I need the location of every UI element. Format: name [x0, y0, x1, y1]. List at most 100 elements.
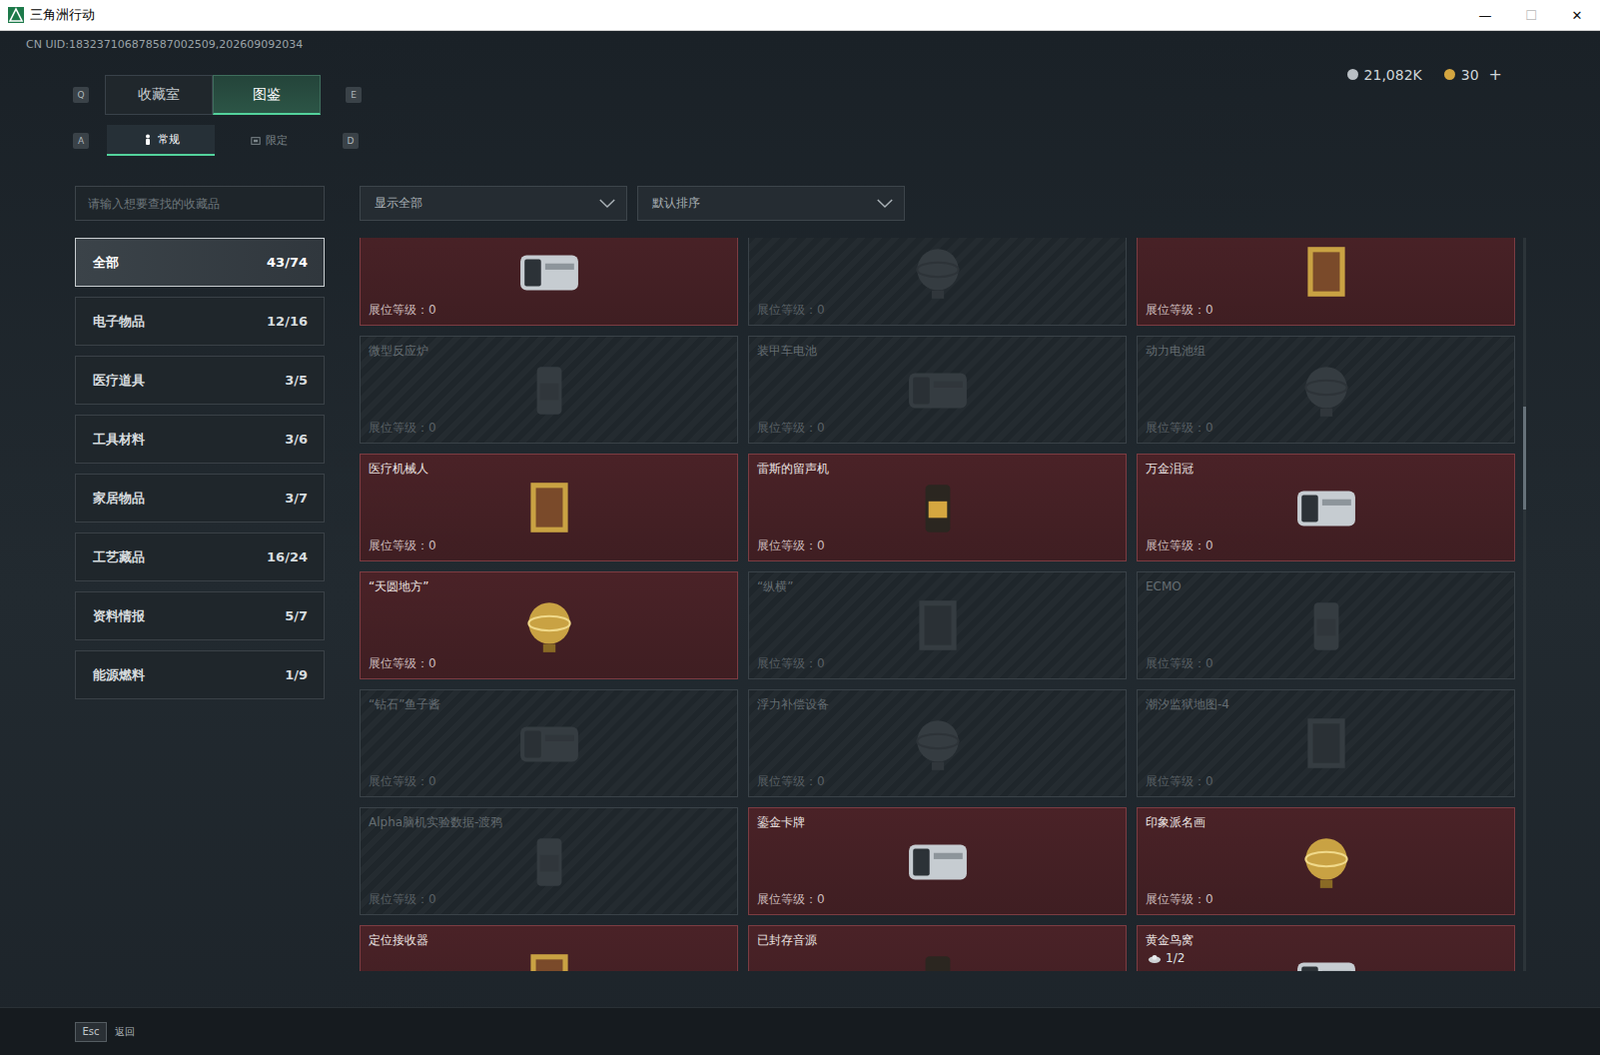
- item-icon: [507, 358, 592, 421]
- collection-grid: 展位等级：0 展位等级：0 展位等级：0微型反应炉 展位等级：0装甲车电池 展位…: [359, 237, 1516, 971]
- filter-dropdown[interactable]: 显示全部: [359, 185, 628, 221]
- card-name: “钻石”鱼子酱: [368, 696, 730, 714]
- currency-amount: 30: [1461, 66, 1480, 83]
- sub-tab[interactable]: 常规: [106, 124, 215, 156]
- sub-tabs-row: A 常规 限定 D: [0, 124, 1600, 156]
- currency-bar: 21,082K 30 +: [1347, 64, 1503, 84]
- collection-card[interactable]: 雷斯的留声机 展位等级：0: [748, 453, 1127, 562]
- next-tab-key[interactable]: E: [345, 86, 362, 103]
- category-count: 3/5: [284, 372, 308, 388]
- scrollbar-thumb[interactable]: [1523, 406, 1527, 510]
- collection-card[interactable]: “钻石”鱼子酱 展位等级：0: [359, 689, 739, 798]
- category-item[interactable]: 工艺藏品 16/24: [74, 532, 325, 582]
- collection-card[interactable]: 定位接收器: [359, 924, 739, 971]
- category-count: 43/74: [266, 254, 308, 270]
- back-label[interactable]: 返回: [114, 1024, 135, 1039]
- item-icon: [895, 947, 980, 971]
- collection-card[interactable]: 展位等级：0: [1136, 237, 1516, 326]
- currency-amount: 21,082K: [1364, 66, 1423, 83]
- window-control-button[interactable]: ☐: [1508, 0, 1555, 30]
- scrollbar[interactable]: [1523, 237, 1527, 971]
- card-level: 展位等级：0: [1145, 890, 1507, 908]
- frame-icon: [250, 134, 261, 147]
- collection-card[interactable]: 潮汐监狱地图-4 展位等级：0: [1136, 689, 1516, 798]
- sub-tab[interactable]: 限定: [214, 124, 323, 156]
- item-icon: [895, 712, 980, 775]
- card-name: 已封存音源: [757, 931, 1118, 949]
- collection-card[interactable]: 展位等级：0: [748, 237, 1127, 326]
- category-count: 5/7: [284, 608, 308, 624]
- main-tab[interactable]: 图鉴: [212, 74, 321, 115]
- window-control-button[interactable]: —: [1462, 0, 1509, 30]
- card-name: [368, 237, 730, 242]
- category-item[interactable]: 能源燃料 1/9: [74, 650, 325, 700]
- collection-card[interactable]: 已封存音源: [748, 924, 1127, 971]
- category-item[interactable]: 全部 43/74: [74, 237, 325, 287]
- category-label: 家居物品: [92, 489, 145, 508]
- collection-card[interactable]: 展位等级：0: [359, 237, 739, 326]
- collection-card[interactable]: 微型反应炉 展位等级：0: [359, 335, 739, 444]
- collection-card[interactable]: Alpha脑机实验数据-渡鸦 展位等级：0: [359, 806, 739, 915]
- item-icon: [895, 240, 980, 303]
- footer-bar: Esc 返回: [0, 1006, 1600, 1055]
- count-badge: 1/2: [1147, 950, 1185, 965]
- card-level: 展位等级：0: [757, 537, 1118, 555]
- category-item[interactable]: 工具材料 3/6: [74, 414, 325, 464]
- collection-card[interactable]: 装甲车电池 展位等级：0: [748, 335, 1127, 444]
- item-icon: [895, 829, 980, 892]
- item-icon: [1284, 947, 1369, 971]
- card-name: 定位接收器: [368, 931, 730, 949]
- collection-card[interactable]: “天圆地方” 展位等级：0: [359, 571, 739, 680]
- top-tabs-row: Q 收藏室图鉴 E 21,082K 30 +: [0, 74, 1600, 115]
- category-item[interactable]: 电子物品 12/16: [74, 296, 325, 346]
- card-name: 动力电池组: [1145, 342, 1507, 360]
- category-count: 3/7: [284, 490, 308, 506]
- collection-card[interactable]: ECMO 展位等级：0: [1136, 571, 1516, 680]
- category-item[interactable]: 资料情报 5/7: [74, 591, 325, 641]
- card-name: 黄金鸟窝: [1145, 931, 1507, 949]
- category-count: 1/9: [284, 667, 308, 683]
- card-level: 展位等级：0: [368, 890, 730, 908]
- filter-dropdown[interactable]: 默认排序: [637, 185, 905, 221]
- add-currency-button[interactable]: +: [1489, 64, 1503, 84]
- category-item[interactable]: 家居物品 3/7: [74, 473, 325, 523]
- card-level: 展位等级：0: [368, 537, 730, 555]
- collection-screen: CN UID:183237106878587002509,20260909203…: [0, 30, 1600, 1055]
- category-count: 3/6: [284, 431, 308, 447]
- collection-card[interactable]: 动力电池组 展位等级：0: [1136, 335, 1516, 444]
- category-item[interactable]: 医疗道具 3/5: [74, 355, 325, 405]
- prev-tab-key[interactable]: Q: [72, 86, 89, 103]
- category-label: 工具材料: [92, 430, 145, 449]
- next-subtab-key[interactable]: D: [342, 132, 359, 149]
- collection-card[interactable]: 万金泪冠 展位等级：0: [1136, 453, 1516, 562]
- collection-card[interactable]: 鎏金卡牌 展位等级：0: [748, 806, 1127, 915]
- collection-card[interactable]: 医疗机械人 展位等级：0: [359, 453, 739, 562]
- window-control-button[interactable]: ✕: [1554, 0, 1600, 30]
- window-controls: —☐✕: [1462, 0, 1600, 30]
- title-bar: 三角洲行动 —☐✕: [0, 0, 1600, 31]
- item-icon: [1284, 240, 1369, 303]
- item-icon: [1284, 476, 1369, 539]
- card-level: 展位等级：0: [1145, 419, 1507, 437]
- uid-label: CN UID:183237106878587002509,20260909203…: [0, 30, 1600, 53]
- card-level: 展位等级：0: [368, 655, 730, 673]
- collection-grid-viewport: 展位等级：0 展位等级：0 展位等级：0微型反应炉 展位等级：0装甲车电池 展位…: [359, 237, 1516, 971]
- main-tab[interactable]: 收藏室: [104, 74, 213, 115]
- search-input[interactable]: [74, 185, 325, 221]
- chevron-down-icon: [598, 197, 617, 209]
- category-label: 电子物品: [92, 312, 145, 331]
- collection-card[interactable]: 黄金鸟窝 1/2: [1136, 924, 1516, 971]
- prev-subtab-key[interactable]: A: [72, 132, 89, 149]
- card-level: 展位等级：0: [1145, 301, 1507, 319]
- card-level: 展位等级：0: [1145, 655, 1507, 673]
- back-key[interactable]: Esc: [74, 1021, 107, 1042]
- collection-card[interactable]: 浮力补偿设备 展位等级：0: [748, 689, 1127, 798]
- item-icon: [895, 476, 980, 539]
- collection-card[interactable]: 印象派名画 展位等级：0: [1136, 806, 1516, 915]
- card-name: 医疗机械人: [368, 460, 730, 478]
- card-name: [757, 237, 1118, 242]
- grid-area: 展位等级：0 展位等级：0 展位等级：0微型反应炉 展位等级：0装甲车电池 展位…: [359, 237, 1534, 971]
- figure-icon: [142, 133, 153, 146]
- collection-card[interactable]: “纵横” 展位等级：0: [748, 571, 1127, 680]
- card-name: [1145, 237, 1507, 242]
